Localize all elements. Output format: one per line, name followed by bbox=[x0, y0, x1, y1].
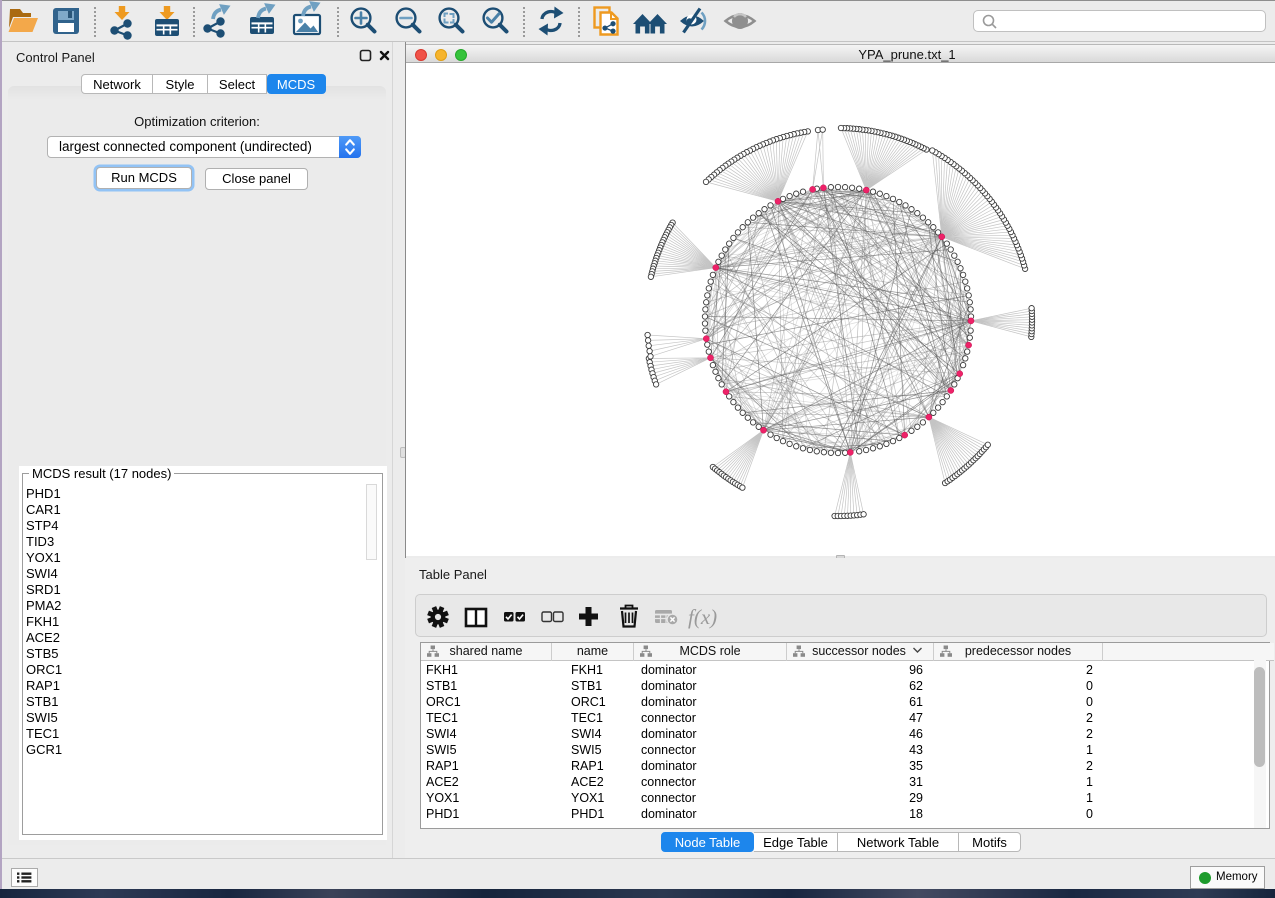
svg-text:f(x): f(x) bbox=[688, 605, 717, 629]
